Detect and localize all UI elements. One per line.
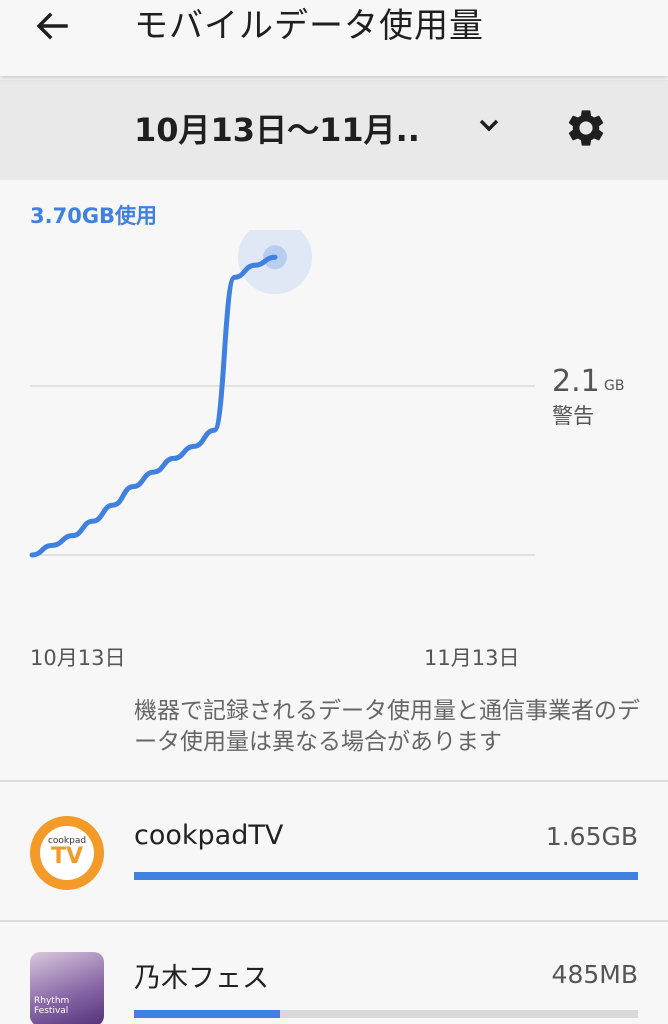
back-button[interactable] (32, 6, 72, 46)
warning-label: 警告 (552, 404, 594, 428)
page-title: モバイルデータ使用量 (134, 6, 484, 46)
x-axis-end-label: 11月13日 (424, 646, 520, 670)
app-row-nogifes[interactable]: Rhythm Festival 乃木フェス 485MB (0, 922, 668, 1024)
nogi-fes-icon: Rhythm Festival (30, 952, 104, 1024)
app-row-cookpadtv[interactable]: cookpad TV cookpadTV 1.65GB (0, 782, 668, 920)
gear-icon[interactable] (564, 106, 608, 150)
usage-line (29, 254, 278, 558)
usage-bar-fill (134, 872, 638, 880)
usage-bar-fill (134, 1010, 281, 1018)
cycle-dropdown[interactable]: 10月13日〜11月.. (134, 108, 420, 152)
app-usage-size: 1.65GB (545, 822, 638, 851)
app-usage-size: 485MB (551, 960, 638, 989)
nogi-fes-icon-text: Rhythm Festival (34, 996, 70, 1016)
usage-total: 3.70GB使用 (30, 204, 158, 228)
usage-chart[interactable] (0, 230, 668, 670)
cookpad-tv-icon: cookpad TV (30, 816, 104, 890)
cookpad-tv-icon-inner: cookpad TV (40, 826, 94, 880)
arrow-left-icon (36, 12, 68, 40)
app-bar: モバイルデータ使用量 (0, 0, 668, 76)
warning-value: 2.1 (552, 364, 600, 399)
chevron-down-icon[interactable] (474, 110, 504, 140)
warning-unit: GB (604, 378, 625, 394)
usage-bar (134, 872, 638, 880)
disclaimer-text: 機器で記録されるデータ使用量と通信事業者のデータ使用量は異なる場合があります (134, 698, 640, 755)
cookpad-icon-big-text: TV (50, 844, 84, 869)
usage-bar (134, 1010, 638, 1018)
app-name: 乃木フェス (134, 963, 269, 994)
x-axis-start-label: 10月13日 (30, 646, 126, 670)
app-name: cookpadTV (134, 820, 284, 851)
